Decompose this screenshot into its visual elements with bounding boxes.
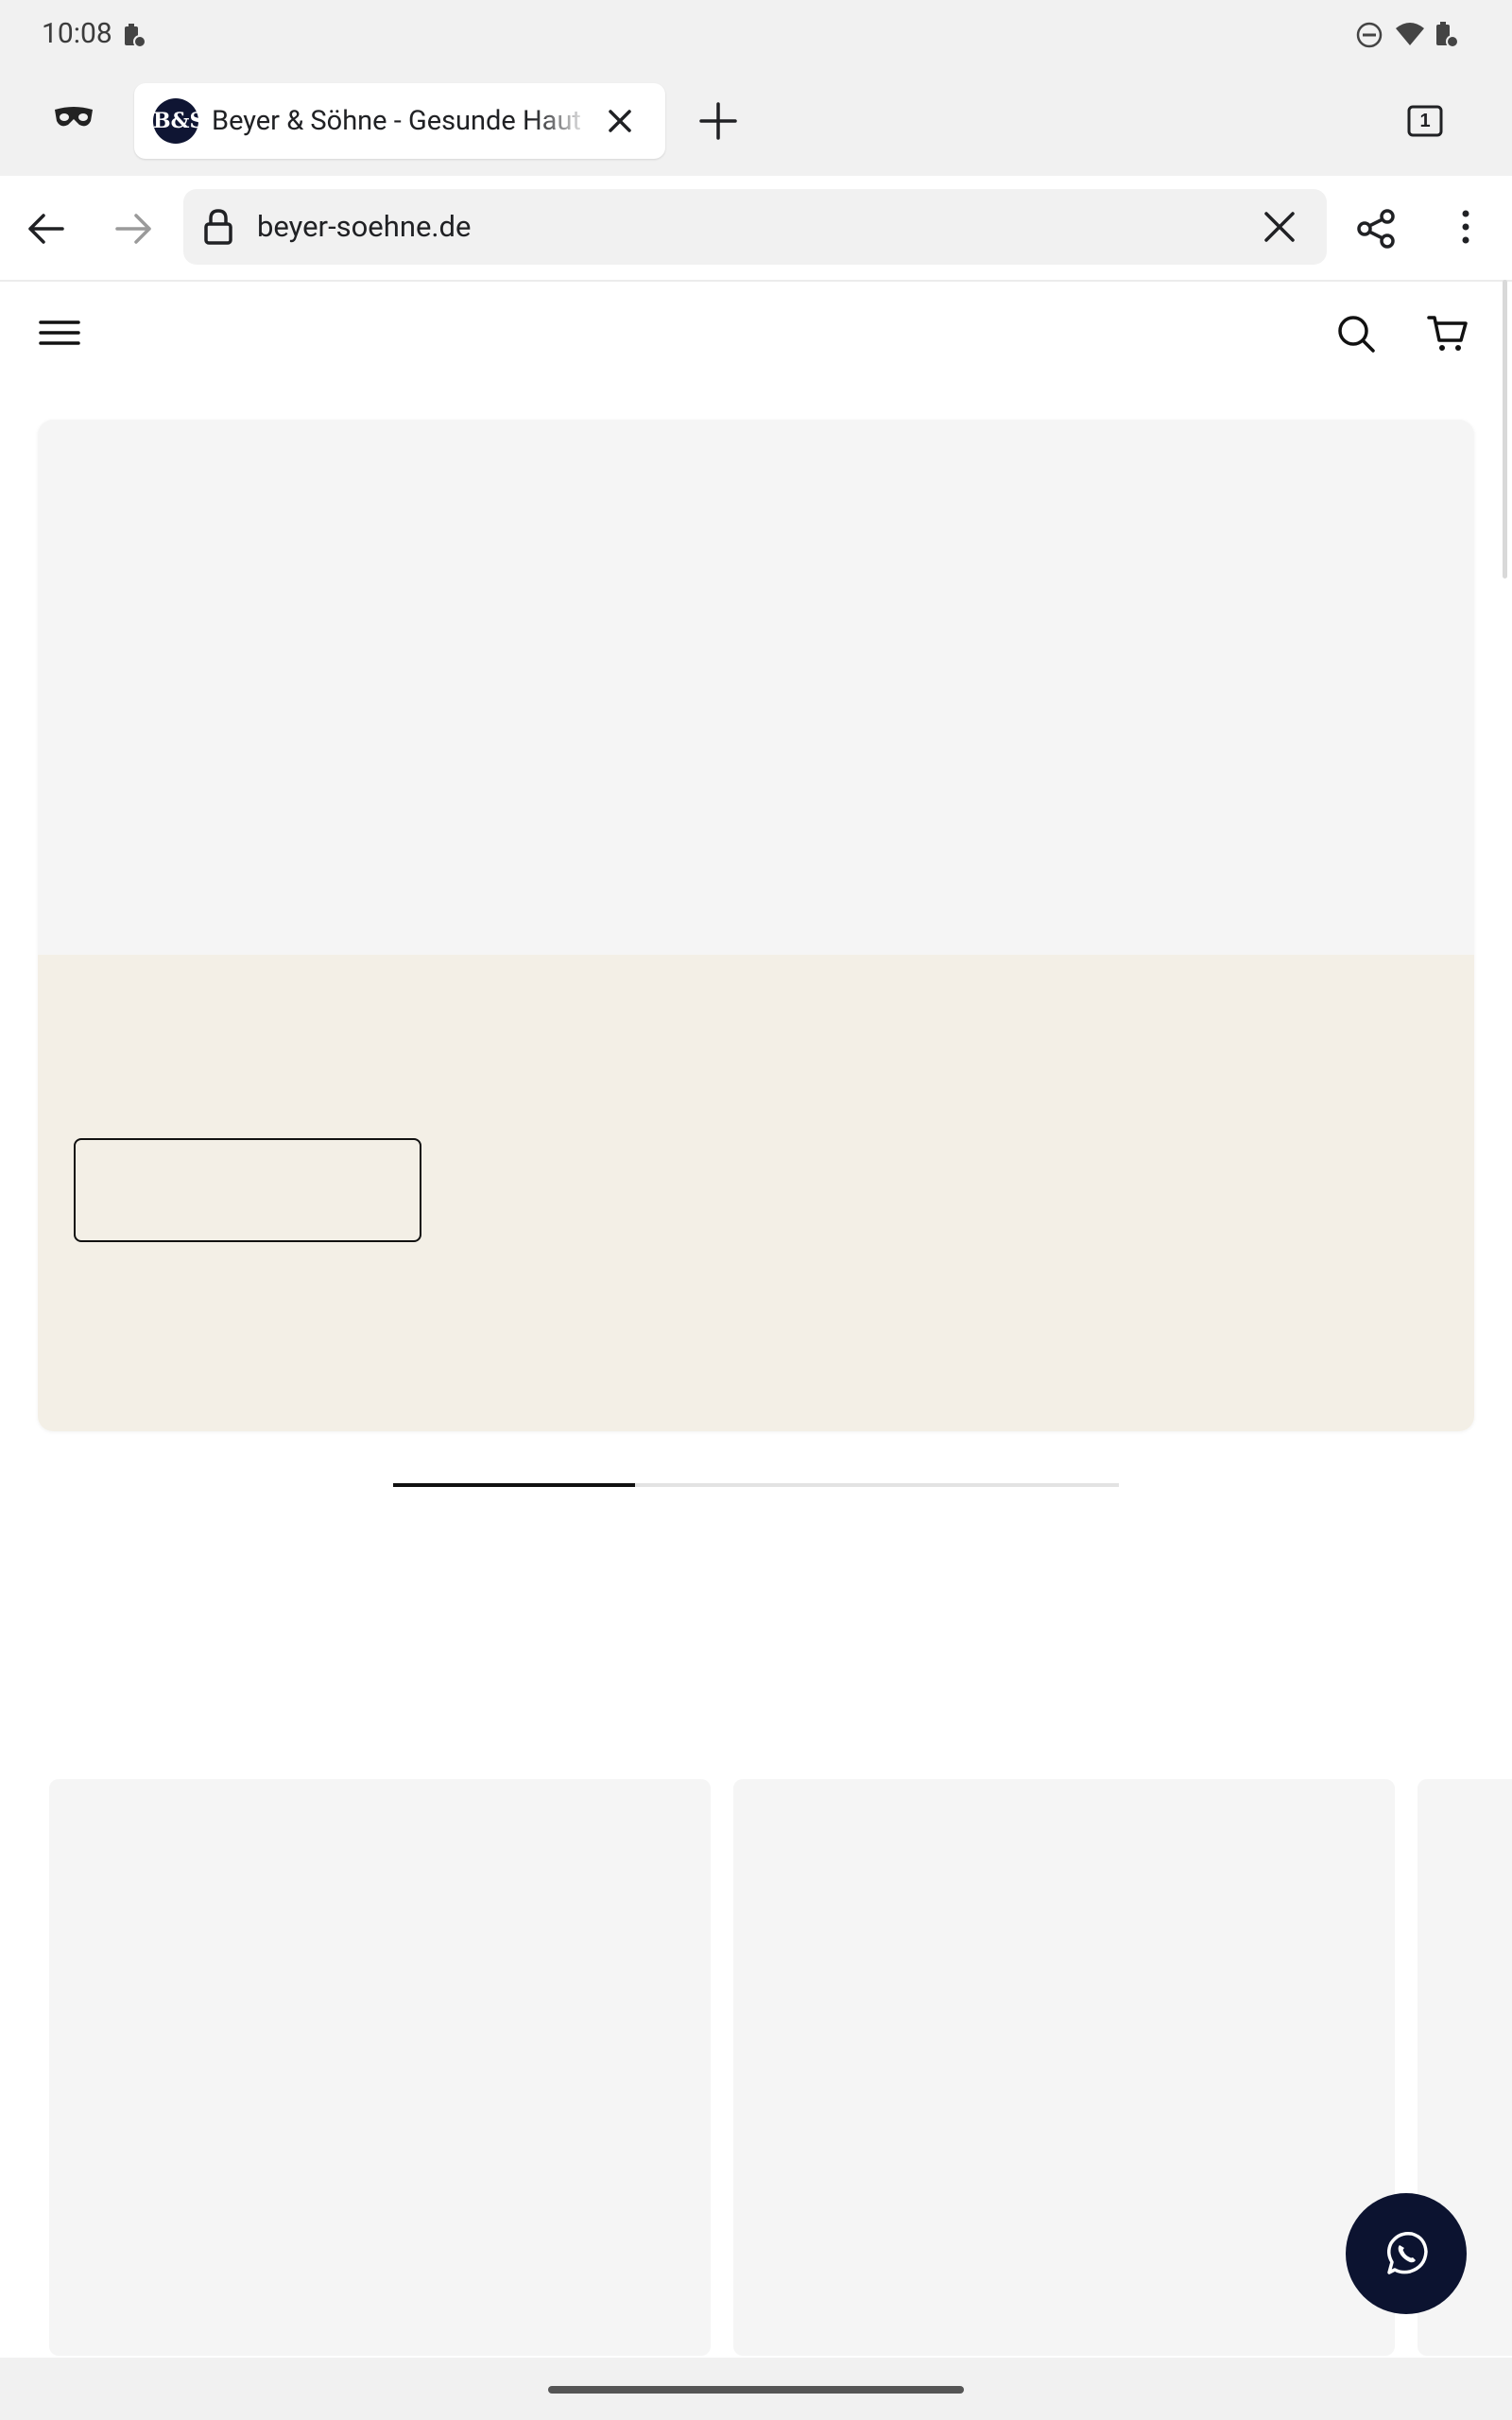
tab-favicon: B&S: [153, 98, 204, 144]
gesture-navigation-bar: [0, 2358, 1512, 2420]
cart-icon[interactable]: [1427, 314, 1469, 354]
site-header: [0, 282, 1512, 386]
active-tab[interactable]: B&S Beyer & Söhne - Gesunde Haut: [134, 83, 665, 159]
search-icon[interactable]: [1336, 314, 1376, 354]
status-bar: 10:08: [0, 0, 1512, 68]
battery-icon: [1433, 19, 1461, 49]
do-not-disturb-icon: [1355, 21, 1383, 49]
hero-slide[interactable]: [38, 420, 1474, 1431]
close-tab-icon[interactable]: [603, 104, 637, 138]
browser-toolbar: beyer-soehne.de: [0, 176, 1512, 282]
gesture-handle[interactable]: [548, 2386, 964, 2394]
page-scrollbar[interactable]: [1503, 280, 1507, 579]
carousel-progress-fill: [393, 1483, 635, 1487]
share-icon[interactable]: [1355, 208, 1397, 250]
battery-saver-icon: [121, 21, 147, 49]
tab-title: Beyer & Söhne - Gesunde Haut: [212, 105, 581, 137]
url-bar[interactable]: beyer-soehne.de: [183, 189, 1327, 265]
more-vert-icon[interactable]: [1452, 206, 1480, 248]
new-tab-icon[interactable]: [697, 100, 739, 142]
product-card[interactable]: [733, 1779, 1395, 2356]
hero-cta-button[interactable]: [74, 1138, 421, 1242]
status-time: 10:08: [42, 17, 112, 50]
back-arrow-icon[interactable]: [25, 208, 66, 250]
clear-icon[interactable]: [1261, 208, 1298, 246]
carousel-progress-track[interactable]: [393, 1483, 1119, 1487]
tab-count: 1: [1419, 111, 1431, 131]
whatsapp-chat-button[interactable]: [1346, 2193, 1467, 2314]
tab-switcher-button[interactable]: 1: [1406, 102, 1444, 140]
lock-icon: [202, 208, 234, 246]
wifi-icon: [1395, 21, 1425, 47]
whatsapp-icon: [1382, 2229, 1431, 2278]
product-card[interactable]: [49, 1779, 711, 2356]
incognito-mask-icon[interactable]: [53, 104, 94, 130]
forward-arrow-icon[interactable]: [113, 208, 155, 250]
tab-strip: B&S Beyer & Söhne - Gesunde Haut 1: [0, 68, 1512, 176]
hamburger-menu-icon[interactable]: [38, 318, 81, 348]
url-text[interactable]: beyer-soehne.de: [257, 206, 471, 248]
hero-image-placeholder: [38, 420, 1474, 955]
